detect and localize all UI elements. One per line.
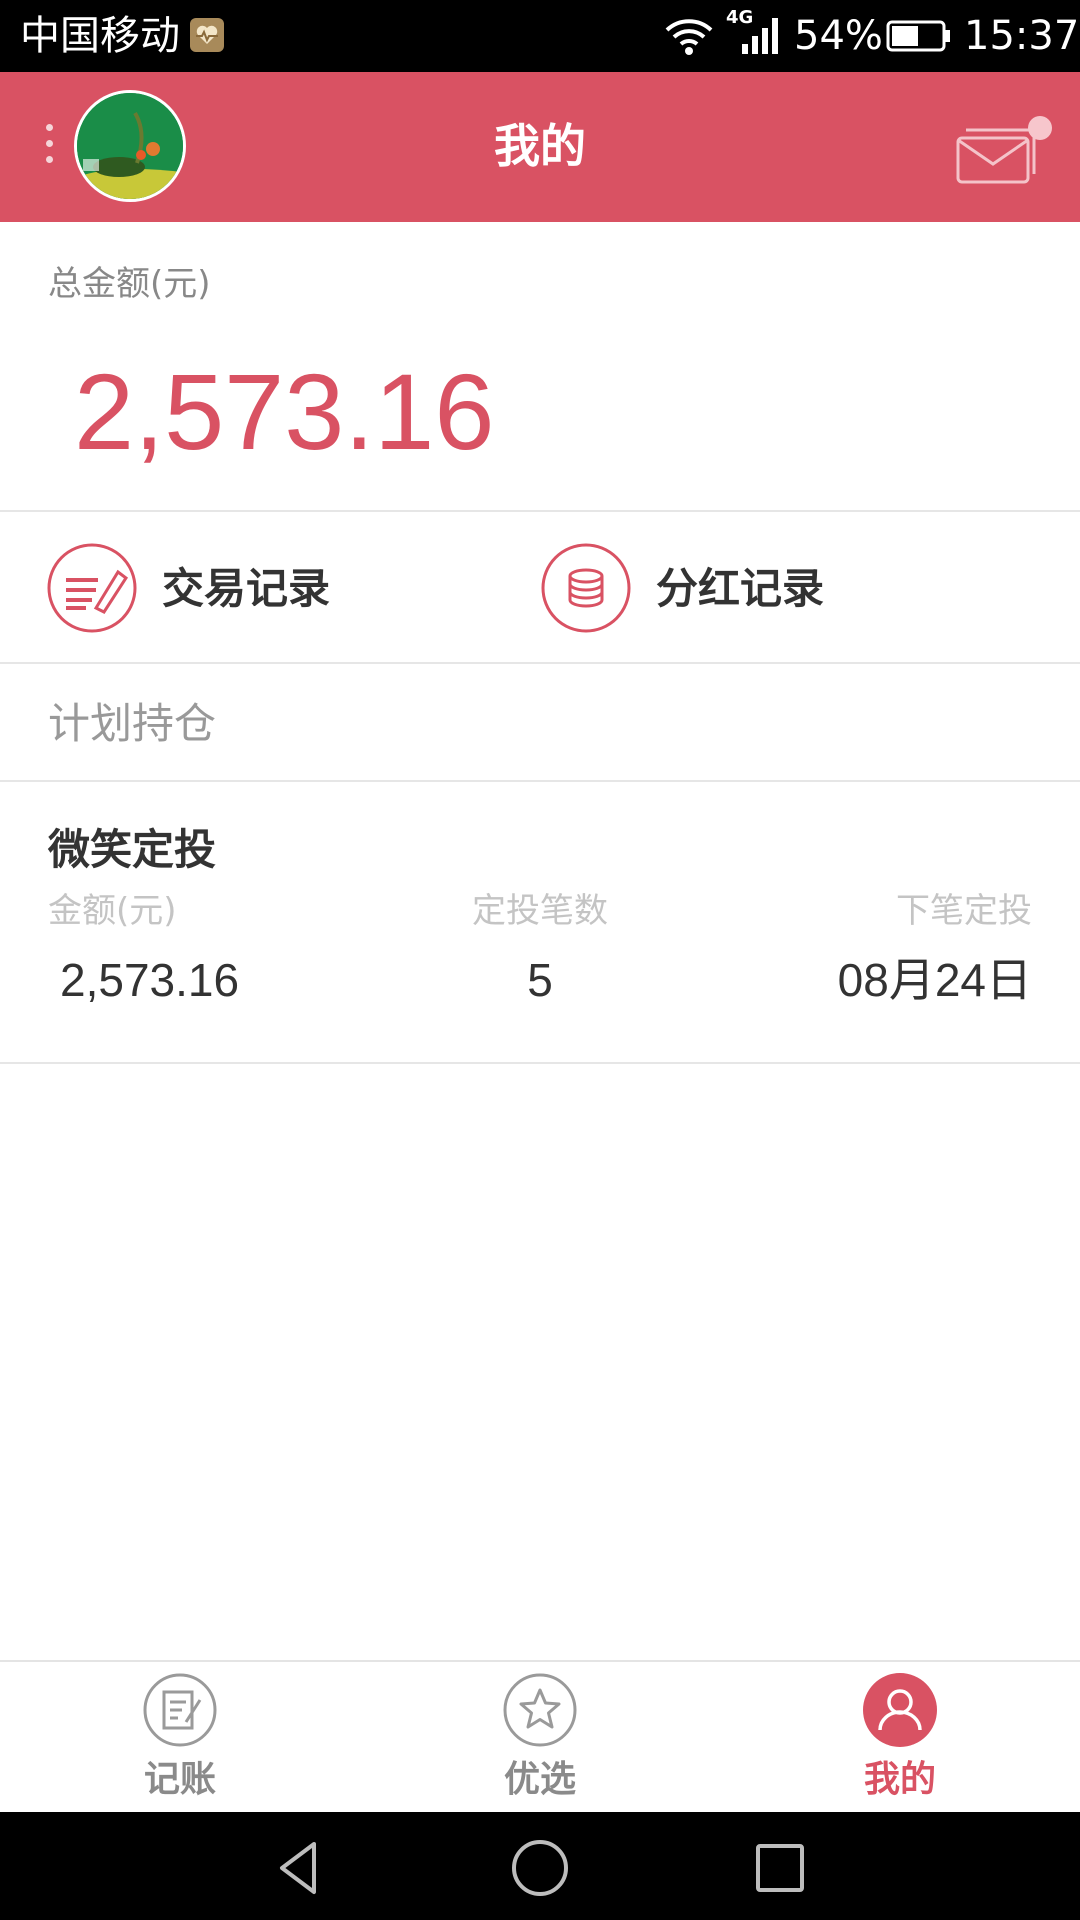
dividend-record-button[interactable]: 分红记录 <box>540 542 980 634</box>
avatar[interactable] <box>74 90 186 202</box>
health-app-icon <box>190 18 224 52</box>
plan-name: 微笑定投 <box>48 825 217 874</box>
status-bar: 中国移动 4G 54% 15:37 <box>0 0 1080 72</box>
battery-icon <box>886 20 952 56</box>
tab-mine-label: 我的 <box>863 1759 936 1800</box>
clock: 15:37 <box>964 13 1080 59</box>
carrier-name: 中国移动 <box>20 13 180 59</box>
home-icon[interactable] <box>508 1836 572 1900</box>
next-investment-value: 08月24日 <box>837 954 1032 1006</box>
app-header: 我的 <box>0 72 1080 222</box>
records-row: 交易记录 分红记录 <box>0 512 1080 664</box>
investment-count-label: 定投笔数 <box>472 891 608 931</box>
amount-value: 2,573.16 <box>60 954 240 1006</box>
total-amount-value: 2,573.16 <box>74 351 495 472</box>
person-icon <box>862 1672 938 1748</box>
trade-record-label: 交易记录 <box>162 564 331 613</box>
tab-featured-label: 优选 <box>503 1759 576 1800</box>
trade-record-button[interactable]: 交易记录 <box>46 542 486 634</box>
more-menu-icon[interactable] <box>46 124 54 170</box>
tab-bookkeeping[interactable]: 记账 <box>0 1662 360 1814</box>
message-button[interactable] <box>954 116 1052 196</box>
total-amount-card: 总金额(元) 2,573.16 <box>0 222 1080 512</box>
tab-featured[interactable]: 优选 <box>360 1662 720 1814</box>
tab-bookkeeping-label: 记账 <box>143 1759 216 1800</box>
bookkeeping-icon <box>142 1672 218 1748</box>
wifi-icon <box>664 16 714 60</box>
signal-strength-icon <box>738 16 784 60</box>
star-icon <box>502 1672 578 1748</box>
plan-holdings-title: 计划持仓 <box>48 699 217 748</box>
plan-card[interactable]: 微笑定投 金额(元) 定投笔数 下笔定投 2,573.16 5 08月24日 <box>0 782 1080 1064</box>
back-icon[interactable] <box>268 1836 332 1900</box>
plan-holdings-header: 计划持仓 <box>0 664 1080 782</box>
unread-badge <box>1028 116 1052 140</box>
battery-percent: 54% <box>794 13 883 59</box>
next-investment-label: 下笔定投 <box>896 891 1032 931</box>
system-nav-bar <box>0 1812 1080 1920</box>
investment-count-value: 5 <box>527 954 553 1006</box>
bottom-tab-bar: 记账 优选 我的 <box>0 1660 1080 1812</box>
recent-apps-icon[interactable] <box>748 1836 812 1900</box>
trade-record-icon <box>46 542 138 634</box>
dividend-record-label: 分红记录 <box>656 564 825 613</box>
amount-label: 金额(元) <box>48 891 177 931</box>
tab-mine[interactable]: 我的 <box>720 1662 1080 1814</box>
dividend-record-icon <box>540 542 632 634</box>
total-amount-label: 总金额(元) <box>48 264 211 304</box>
